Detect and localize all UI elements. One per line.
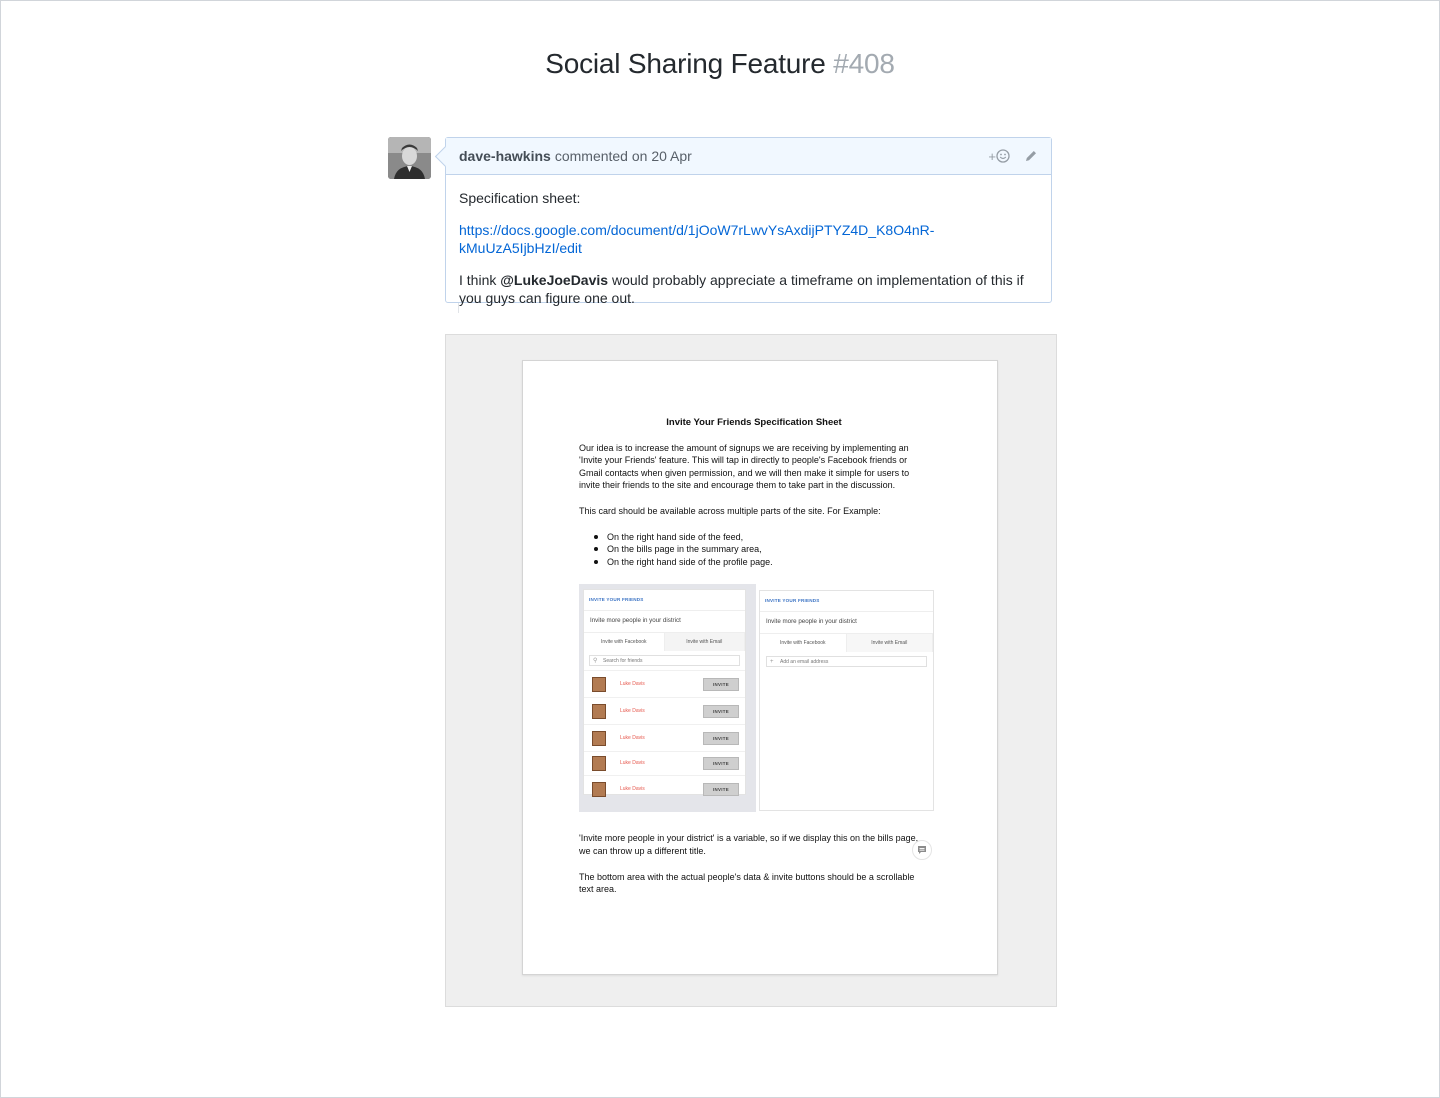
- document-paragraph-2: This card should be available across mul…: [579, 505, 881, 516]
- friend-avatar: [592, 730, 606, 746]
- mockup-images: INVITE YOUR FRIENDS Invite more people i…: [579, 584, 935, 813]
- friend-avatar: [592, 781, 606, 797]
- issue-title-text: Social Sharing Feature: [545, 48, 826, 79]
- mockup-invite-button: INVITE: [703, 731, 739, 745]
- comment-author[interactable]: dave-hawkins: [459, 148, 551, 164]
- mockup-add-email-placeholder: Add an email address: [780, 659, 829, 666]
- friend-avatar: [592, 703, 606, 719]
- search-icon: ⚲: [593, 658, 598, 665]
- mockup-search-placeholder: Search for friends: [603, 658, 643, 665]
- document-title: Invite Your Friends Specification Sheet: [666, 417, 842, 428]
- list-item: On the right hand side of the profile pa…: [593, 556, 929, 569]
- mockup-add-email-field: + Add an email address: [766, 656, 927, 668]
- comment-intro: Specification sheet:: [459, 190, 581, 206]
- list-item: On the bills page in the summary area,: [593, 543, 929, 556]
- mockup-invite-button: INVITE: [703, 782, 739, 796]
- mockup-tab-facebook: Invite with Facebook: [584, 632, 665, 652]
- mockup-friend-row: Luke Davis INVITE: [584, 751, 745, 775]
- smiley-icon: [996, 149, 1010, 163]
- mockup-invite-button: INVITE: [703, 704, 739, 718]
- mockup-email-card: INVITE YOUR FRIENDS Invite more people i…: [759, 590, 934, 812]
- comment-actions: +: [988, 149, 1038, 164]
- mockup-tab-email: Invite with Email: [846, 633, 933, 653]
- user-mention[interactable]: @LukeJoeDavis: [500, 272, 608, 288]
- avatar[interactable]: [388, 137, 431, 179]
- friend-avatar: [592, 756, 606, 772]
- comment-box: dave-hawkins commented on 20 Apr + Speci…: [445, 137, 1052, 306]
- document-paragraph-3: 'Invite more people in your district' is…: [579, 833, 919, 856]
- document-paragraph-1: Our idea is to increase the amount of si…: [579, 442, 910, 491]
- mockup-tab-facebook: Invite with Facebook: [760, 633, 847, 653]
- comment-icon: [918, 846, 926, 854]
- friend-name: Luke Davis: [620, 680, 645, 687]
- document-content: Invite Your Friends Specification Sheet …: [579, 417, 934, 909]
- issue-title: Social Sharing Feature #408: [0, 48, 1440, 80]
- mockup-subtitle: Invite more people in your district: [584, 609, 745, 632]
- friend-avatar: [592, 676, 606, 692]
- comment-header: dave-hawkins commented on 20 Apr +: [446, 138, 1051, 175]
- mockup-friend-row: Luke Davis INVITE: [584, 724, 745, 751]
- mockup-friend-row: Luke Davis INVITE: [584, 775, 745, 802]
- friend-name: Luke Davis: [620, 734, 645, 741]
- mockup-tabs: Invite with Facebook Invite with Email: [760, 632, 933, 653]
- timeline-line: [458, 303, 459, 313]
- document-paragraph-4: The bottom area with the actual people's…: [579, 871, 915, 895]
- document-bullet-list: On the right hand side of the feed, On t…: [593, 531, 929, 569]
- mockup-subtitle: Invite more people in your district: [760, 610, 933, 633]
- mockup-invite-button: INVITE: [703, 677, 739, 691]
- comment-body: Specification sheet: https://docs.google…: [446, 175, 1051, 335]
- mockup-tabs: Invite with Facebook Invite with Email: [584, 631, 745, 652]
- friend-name: Luke Davis: [620, 760, 645, 767]
- mockup-tab-email: Invite with Email: [664, 632, 745, 652]
- pencil-icon: [1026, 151, 1036, 161]
- reaction-plus-label: +: [988, 148, 996, 164]
- document-page: Invite Your Friends Specification Sheet …: [522, 360, 998, 975]
- comment-text-before: I think: [459, 272, 501, 288]
- edit-comment-button[interactable]: [1024, 149, 1038, 163]
- list-item: On the right hand side of the feed,: [593, 531, 929, 544]
- mockup-title: INVITE YOUR FRIENDS: [589, 597, 644, 603]
- mockup-friend-row: Luke Davis INVITE: [584, 670, 745, 697]
- avatar-image: [388, 137, 431, 179]
- add-reaction-button[interactable]: +: [988, 149, 1010, 164]
- mockup-invite-button: INVITE: [703, 757, 739, 771]
- friend-name: Luke Davis: [620, 785, 645, 792]
- attachment-preview[interactable]: Invite Your Friends Specification Sheet …: [445, 334, 1057, 1007]
- mockup-title: INVITE YOUR FRIENDS: [765, 598, 820, 604]
- spec-doc-link[interactable]: https://docs.google.com/document/d/1jOoW…: [459, 222, 934, 256]
- comment-badge[interactable]: [912, 840, 932, 860]
- comment-paragraph: I think @LukeJoeDavis would probably app…: [459, 271, 1038, 307]
- comment-meta[interactable]: commented on 20 Apr: [555, 148, 692, 164]
- mockup-facebook-card: INVITE YOUR FRIENDS Invite more people i…: [583, 589, 746, 797]
- mockup-search-field: ⚲ Search for friends: [589, 655, 740, 667]
- plus-icon: +: [770, 659, 774, 666]
- friend-name: Luke Davis: [620, 707, 645, 714]
- mockup-friend-row: Luke Davis INVITE: [584, 697, 745, 724]
- issue-number: #408: [833, 48, 895, 79]
